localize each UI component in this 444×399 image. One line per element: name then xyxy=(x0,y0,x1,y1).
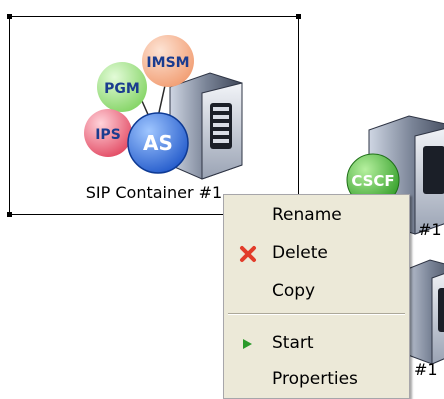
menu-item-start[interactable]: Start xyxy=(226,327,407,359)
svg-text:AS: AS xyxy=(143,131,173,155)
pgm-bubble: PGM xyxy=(97,62,147,112)
svg-text:CSCF: CSCF xyxy=(351,172,394,190)
network-canvas[interactable]: IMSM PGM IPS AS SIP Container #1 CSCF #1… xyxy=(0,0,444,399)
menu-item-copy[interactable]: Copy xyxy=(226,275,407,307)
menu-item-delete[interactable]: Delete xyxy=(226,237,407,269)
sip-container-icon: IMSM PGM IPS AS xyxy=(84,35,243,180)
resize-handle-top-right[interactable] xyxy=(296,14,301,19)
as-bubble: AS xyxy=(127,112,189,174)
menu-item-rename[interactable]: Rename xyxy=(226,199,407,231)
menu-separator xyxy=(228,313,405,315)
menu-item-properties[interactable]: Properties xyxy=(226,363,407,395)
red-x-icon xyxy=(240,246,256,262)
cscf-node-label: #1 xyxy=(418,220,442,239)
svg-text:IMSM: IMSM xyxy=(146,55,189,71)
resize-handle-bottom-left[interactable] xyxy=(7,212,12,217)
ips-bubble: IPS xyxy=(84,109,132,157)
svg-text:IPS: IPS xyxy=(95,127,121,143)
context-menu: Rename Delete Copy Start Properties xyxy=(223,194,410,399)
sip-container-node[interactable]: IMSM PGM IPS AS SIP Container #1 xyxy=(7,14,301,217)
svg-text:PGM: PGM xyxy=(104,81,140,97)
green-play-icon xyxy=(243,339,252,349)
imsm-bubble: IMSM xyxy=(142,35,194,87)
second-node-label: #1 xyxy=(414,360,438,379)
resize-handle-top-left[interactable] xyxy=(7,14,12,19)
